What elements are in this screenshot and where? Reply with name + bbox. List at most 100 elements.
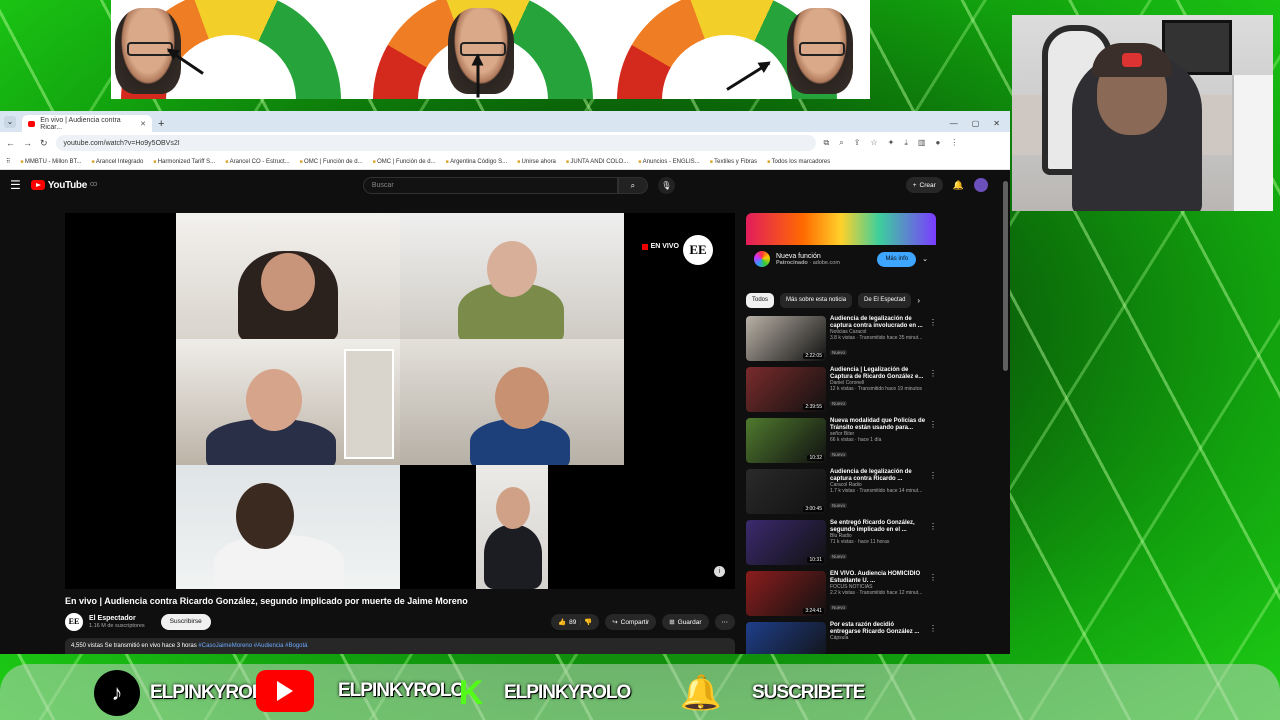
video-title[interactable]: Nueva modalidad que Policías de Tránsito… xyxy=(830,418,926,432)
bookmark-item[interactable]: OMC | Función de d... xyxy=(300,159,363,165)
like-button[interactable]: 👍 89 | 👎 xyxy=(551,614,600,630)
more-options-icon[interactable]: ⋮ xyxy=(929,420,937,429)
list-item[interactable]: Por esta razón decidió entregarse Ricard… xyxy=(746,622,941,654)
page-scrollbar[interactable] xyxy=(1003,181,1008,371)
user-avatar[interactable] xyxy=(974,178,988,192)
thumbs-up-icon: 👍 xyxy=(558,619,567,626)
video-title[interactable]: Por esta razón decidió entregarse Ricard… xyxy=(830,622,926,636)
video-title[interactable]: Se entregó Ricardo González, segundo imp… xyxy=(830,520,926,534)
video-thumbnail[interactable]: 10:31 xyxy=(746,520,826,565)
portrait xyxy=(448,8,514,94)
subscriber-count: 1.16 M de suscriptores xyxy=(89,622,145,629)
bookmark-item[interactable]: Anuncios - ENGLIS... xyxy=(638,159,700,165)
save-button[interactable]: ⊞ Guardar xyxy=(662,614,709,630)
bookmark-item[interactable]: OMC | Función de d... xyxy=(373,159,436,165)
chevron-right-icon[interactable]: › xyxy=(917,296,920,305)
star-icon[interactable]: ☆ xyxy=(870,138,877,148)
video-thumbnail[interactable]: 3:00:45 xyxy=(746,469,826,514)
channel-name[interactable]: Cápsula xyxy=(830,635,926,642)
bookmark-item[interactable]: Harmonized Tariff S... xyxy=(153,159,215,165)
bookmark-item[interactable]: MMBTU - Millon BT... xyxy=(20,159,82,165)
profile-icon[interactable]: ● xyxy=(935,138,940,148)
more-options-icon[interactable]: ⋮ xyxy=(929,624,937,633)
search-input[interactable]: Buscar xyxy=(362,176,618,194)
hamburger-menu-icon[interactable]: ☰ xyxy=(10,178,21,192)
video-player[interactable]: EN VIVO EE i xyxy=(65,213,735,589)
ad-more-info-button[interactable]: Más info xyxy=(877,251,917,267)
more-options-icon[interactable]: ⋮ xyxy=(929,471,937,480)
sponsored-ad[interactable]: Nueva función Patrocinado · adobe.com Má… xyxy=(746,213,936,279)
video-title[interactable]: EN VIVO. Audiencia HOMICIDIO Estudiante … xyxy=(830,571,926,585)
close-tab-icon[interactable]: ✕ xyxy=(140,120,146,128)
bookmark-item[interactable]: Argentina Código S... xyxy=(446,159,507,165)
microphone-icon[interactable]: 🎙 xyxy=(657,176,675,194)
bookmark-item[interactable]: Textiles y Fibras xyxy=(710,159,757,165)
info-icon[interactable]: i xyxy=(714,566,725,577)
list-item[interactable]: 2:39:55 Audiencia | Legalización de Capt… xyxy=(746,367,941,418)
video-meta: 71 k vistas · hace 11 horas xyxy=(830,538,890,545)
tab-search-button[interactable]: ⌄ xyxy=(4,116,16,128)
more-actions-icon[interactable]: ⋯ xyxy=(714,614,735,630)
chip-channel[interactable]: De El Espectad xyxy=(858,293,912,308)
like-count: 89 xyxy=(569,618,577,626)
views-line: 4,550 vistas Se transmitió en vivo hace … xyxy=(71,643,197,649)
more-options-icon[interactable]: ⋮ xyxy=(929,318,937,327)
more-options-icon[interactable]: ⋮ xyxy=(929,522,937,531)
video-meta: 12 k vistas · Transmitido hace 19 minuto… xyxy=(830,385,922,392)
install-icon[interactable]: ⧉ xyxy=(824,138,830,148)
all-bookmarks-folder[interactable]: Todos los marcadores xyxy=(767,159,831,165)
share-icon[interactable]: ⇪ xyxy=(854,138,861,148)
video-title[interactable]: Audiencia de legalización de captura con… xyxy=(830,469,926,483)
hashtags[interactable]: #CasoJaimeMoreno #Audiencia #Bogotá xyxy=(198,643,307,649)
bookmark-item[interactable]: Arancel Integrado xyxy=(92,159,143,165)
ad-banner[interactable] xyxy=(746,213,936,245)
subscribe-button[interactable]: Suscribirse xyxy=(160,614,211,630)
apps-icon[interactable]: ⠿ xyxy=(6,158,10,165)
thumbs-down-icon[interactable]: 👎 xyxy=(584,618,592,626)
video-thumbnail[interactable]: 10:32 xyxy=(746,418,826,463)
bookmark-item[interactable]: JUNTA ANDI COLO... xyxy=(566,159,628,165)
search-icon[interactable]: ⌕ xyxy=(617,176,648,194)
minimize-icon[interactable]: — xyxy=(950,119,958,128)
close-window-icon[interactable]: ✕ xyxy=(993,119,1000,128)
chip-related[interactable]: Más sobre esta noticia xyxy=(780,293,853,308)
video-title[interactable]: Audiencia | Legalización de Captura de R… xyxy=(830,367,926,381)
menu-icon[interactable]: ⋮ xyxy=(950,138,958,148)
url-text: youtube.com/watch?v=Ho9y5OBVs2I xyxy=(63,139,180,147)
zoom-icon[interactable]: ⌕ xyxy=(839,138,843,148)
more-options-icon[interactable]: ⋮ xyxy=(929,369,937,378)
chip-all[interactable]: Todos xyxy=(746,293,775,308)
tiktok-handle: ♪ ELPINKYROLO xyxy=(94,670,277,716)
list-item[interactable]: 10:31 Se entregó Ricardo González, segun… xyxy=(746,520,941,571)
extensions-icon[interactable]: ✦ xyxy=(888,138,895,148)
new-tab-button[interactable]: + xyxy=(158,118,164,130)
list-item[interactable]: 3:00:45 Audiencia de legalización de cap… xyxy=(746,469,941,520)
bookmark-item[interactable]: Unirse ahora xyxy=(517,159,556,165)
youtube-logo[interactable]: YouTube CO xyxy=(30,180,97,191)
channel-name[interactable]: El Espectador xyxy=(89,615,145,623)
list-item[interactable]: 2:22:05 Audiencia de legalización de cap… xyxy=(746,316,941,367)
notifications-bell-icon[interactable]: 🔔 xyxy=(953,180,964,191)
video-thumbnail[interactable] xyxy=(746,622,826,654)
reload-icon[interactable]: ↻ xyxy=(40,138,48,149)
channel-avatar[interactable]: EE xyxy=(65,613,83,631)
address-bar[interactable]: youtube.com/watch?v=Ho9y5OBVs2I xyxy=(55,135,816,151)
forward-icon[interactable]: → xyxy=(23,138,32,148)
list-item[interactable]: 3:24:41 EN VIVO. Audiencia HOMICIDIO Est… xyxy=(746,571,941,622)
active-tab[interactable]: En vivo | Audiencia contra Ricar... ✕ xyxy=(22,115,152,132)
share-button[interactable]: ↪ Compartir xyxy=(605,614,657,630)
video-title[interactable]: Audiencia de legalización de captura con… xyxy=(830,316,926,330)
description-box[interactable]: 4,550 vistas Se transmitió en vivo hace … xyxy=(65,638,735,654)
video-thumbnail[interactable]: 3:24:41 xyxy=(746,571,826,616)
create-button[interactable]: + Crear xyxy=(905,177,943,193)
chevron-down-icon[interactable]: ⌄ xyxy=(922,255,928,263)
download-icon[interactable]: ⤓ xyxy=(904,138,908,148)
sidebar-icon[interactable]: ▥ xyxy=(918,138,926,148)
video-thumbnail[interactable]: 2:22:05 xyxy=(746,316,826,361)
list-item[interactable]: 10:32 Nueva modalidad que Policías de Tr… xyxy=(746,418,941,469)
maximize-icon[interactable]: ▢ xyxy=(972,119,980,128)
bookmark-item[interactable]: Arancel CO - Estruct... xyxy=(225,159,290,165)
video-thumbnail[interactable]: 2:39:55 xyxy=(746,367,826,412)
back-icon[interactable]: ← xyxy=(6,138,15,148)
more-options-icon[interactable]: ⋮ xyxy=(929,573,937,582)
